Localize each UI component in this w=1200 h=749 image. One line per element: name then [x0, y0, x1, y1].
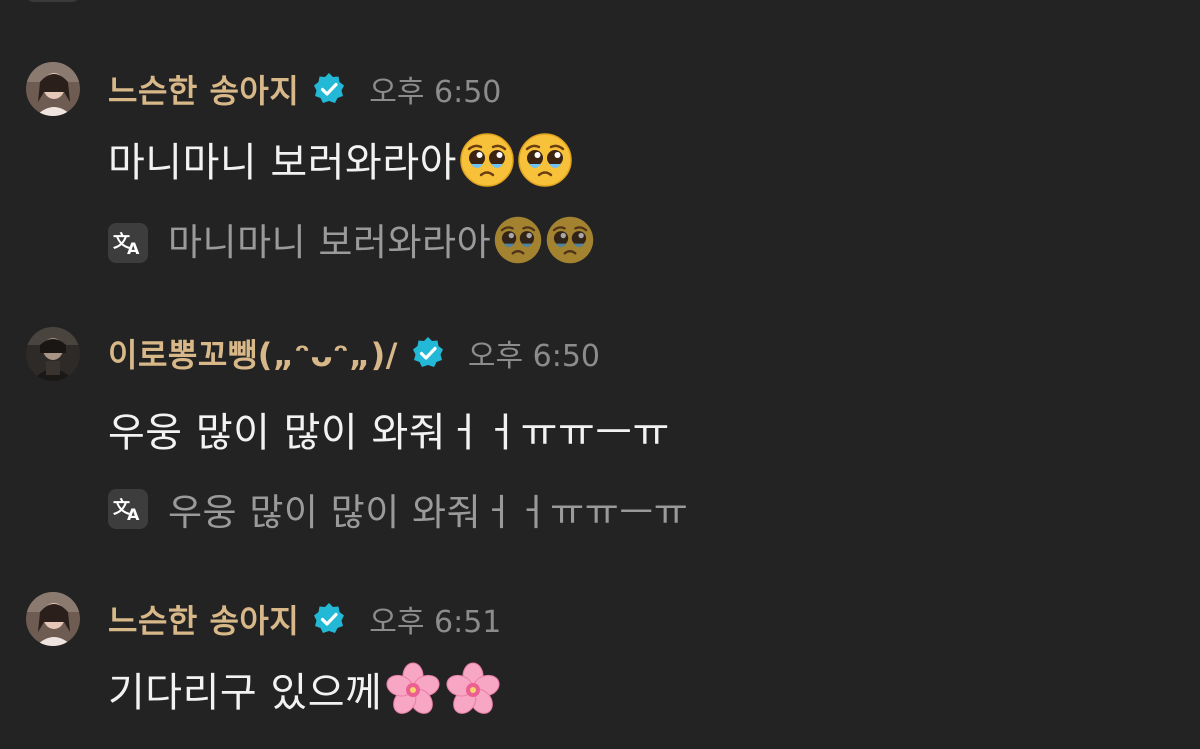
message-text-content: 마니마니 보러와라아	[108, 140, 457, 186]
username[interactable]: 느슨한 송아지	[108, 66, 299, 112]
avatar[interactable]	[26, 327, 80, 381]
translation-text: 우웅 많이 많이 와줘ㅓㅓㅠㅠㅡㅠ	[168, 491, 689, 534]
pleading-face-icon	[459, 132, 515, 198]
cherry-blossom-icon	[444, 661, 502, 729]
message-text-content: 기다리구 있으께	[108, 670, 383, 716]
verified-badge-icon	[410, 335, 446, 371]
verified-badge-icon	[311, 71, 347, 107]
translate-icon[interactable]: 文 A	[108, 223, 148, 263]
svg-text:A: A	[127, 239, 140, 257]
translate-icon[interactable]: 文 A	[108, 489, 148, 529]
translation-text-content: 마니마니 보러와라아	[168, 221, 492, 264]
message-text: 우웅 많이 많이 와줘ㅓㅓㅠㅠㅡㅠ	[108, 400, 670, 458]
timestamp: 오후 6:50	[369, 75, 502, 110]
avatar[interactable]	[26, 592, 80, 646]
timestamp: 오후 6:50	[467, 339, 601, 374]
avatar[interactable]	[26, 62, 80, 116]
timestamp: 오후 6:51	[369, 605, 502, 640]
message-text: 마니마니 보러와라아	[108, 130, 573, 198]
message-text: 기다리구 있으께	[108, 660, 502, 729]
pleading-face-icon	[517, 132, 573, 198]
svg-text:A: A	[127, 505, 140, 523]
previous-message-avatar-edge	[0, 0, 1200, 2]
cherry-blossom-icon	[384, 661, 442, 729]
username[interactable]: 이로뽕꼬뺑(„ᵔᴗᵔ„)/	[108, 330, 398, 376]
message-text-content: 우웅 많이 많이 와줘ㅓㅓㅠㅠㅡㅠ	[108, 410, 670, 456]
translation-row: 文 A 우웅 많이 많이 와줘ㅓㅓㅠㅠㅡㅠ	[108, 486, 688, 534]
username[interactable]: 느슨한 송아지	[108, 596, 299, 642]
pleading-face-icon	[493, 215, 543, 274]
verified-badge-icon	[311, 601, 347, 637]
pleading-face-icon	[545, 215, 595, 274]
translation-row: 文 A 마니마니 보러와라아	[108, 216, 595, 266]
translation-text: 마니마니 보러와라아	[168, 212, 595, 274]
